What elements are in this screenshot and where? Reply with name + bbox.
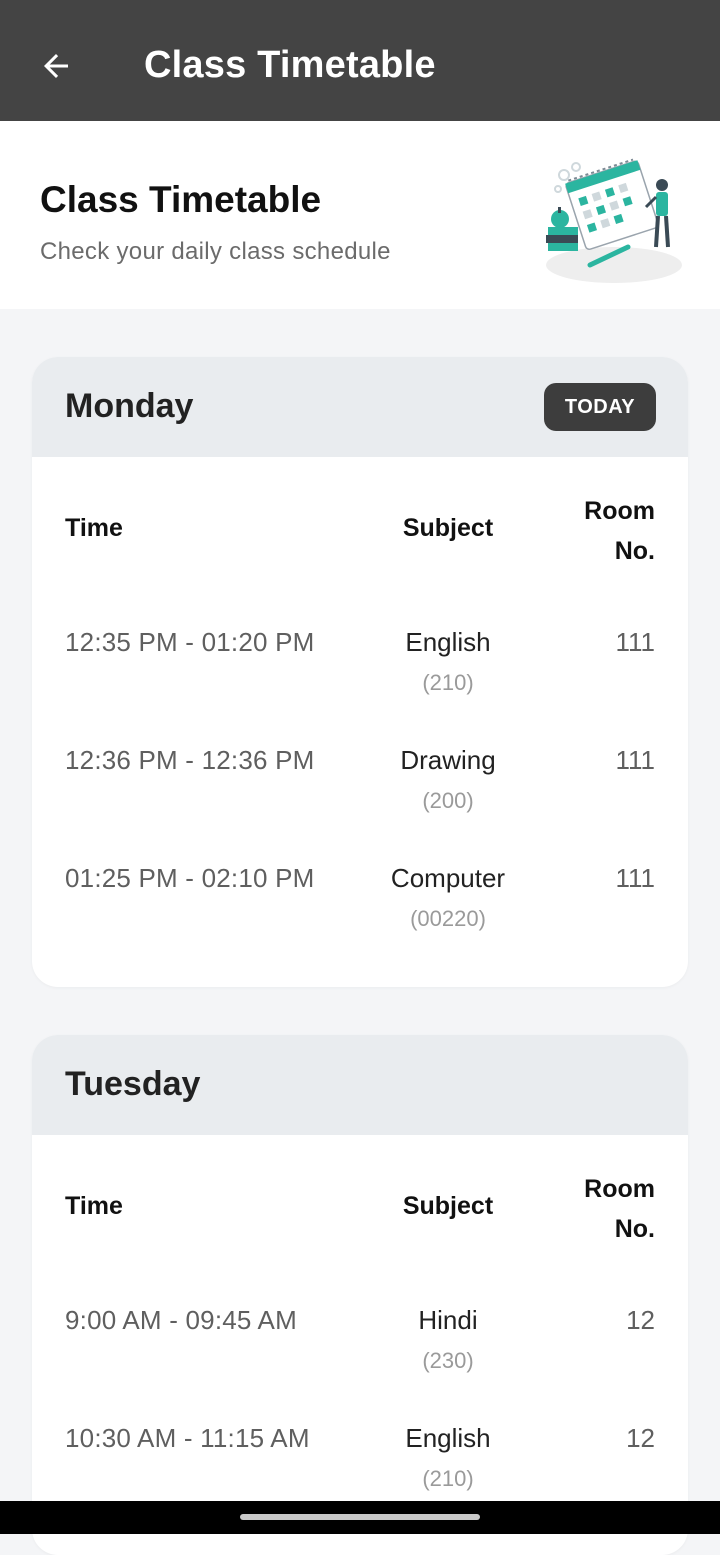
column-header-room: Room No. (584, 1169, 655, 1249)
row-room: 12 (626, 1305, 655, 1335)
table-row: 9:00 AM - 09:45 AM Hindi (230) 12 (32, 1305, 688, 1405)
column-header-room-line1: Room (584, 1175, 655, 1203)
row-subject: Drawing (400, 745, 496, 775)
day-card-header: Tuesday (32, 1035, 688, 1135)
appbar-title: Class Timetable (144, 44, 436, 86)
day-name: Tuesday (65, 1065, 201, 1103)
column-header-room: Room No. (584, 491, 655, 571)
row-subject-code: (00220) (410, 906, 486, 931)
row-room: 111 (615, 863, 655, 893)
row-room: 111 (615, 627, 655, 657)
row-subject: Computer (390, 863, 506, 893)
row-subject-code: (210) (422, 1466, 474, 1491)
arrow-left-icon (44, 54, 68, 78)
row-room: 12 (626, 1423, 655, 1453)
page-subtitle: Check your daily class schedule (40, 238, 391, 265)
column-header-room-line2: No. (614, 537, 655, 565)
row-time: 12:35 PM - 01:20 PM (65, 627, 315, 657)
column-header-subject: Subject (402, 1192, 494, 1220)
row-subject-code: (210) (422, 670, 474, 695)
system-navigation-bar (0, 1501, 720, 1534)
row-subject: English (405, 627, 491, 657)
column-header-room-line1: Room (584, 497, 655, 525)
column-header-subject: Subject (402, 514, 494, 542)
table-row: 01:25 PM - 02:10 PM Computer (00220) 111 (32, 863, 688, 963)
day-card-monday: Monday TODAY Time Subject Room No. 12:35… (32, 357, 688, 987)
column-header-time: Time (65, 514, 123, 542)
row-subject-code: (230) (422, 1348, 474, 1373)
day-card-header: Monday TODAY (32, 357, 688, 457)
gesture-handle[interactable] (240, 1514, 480, 1520)
day-card-tuesday: Tuesday Time Subject Room No. 9:00 AM - … (32, 1035, 688, 1555)
row-subject-code: (200) (422, 788, 474, 813)
back-button[interactable] (30, 40, 82, 92)
app-bar: Class Timetable (0, 0, 720, 121)
page-title: Class Timetable (40, 179, 322, 220)
today-badge: TODAY (544, 383, 656, 431)
column-header-time: Time (65, 1192, 123, 1220)
table-row: 12:35 PM - 01:20 PM English (210) 111 (32, 627, 688, 727)
row-time: 12:36 PM - 12:36 PM (65, 745, 315, 775)
timetable-illustration-icon (546, 158, 682, 283)
row-subject: Hindi (418, 1305, 478, 1335)
day-name: Monday (65, 387, 194, 425)
column-header-room-line2: No. (614, 1215, 655, 1243)
row-time: 10:30 AM - 11:15 AM (65, 1423, 310, 1453)
row-room: 111 (615, 745, 655, 775)
row-time: 9:00 AM - 09:45 AM (65, 1305, 297, 1335)
row-time: 01:25 PM - 02:10 PM (65, 863, 315, 893)
page-header: Class Timetable Check your daily class s… (0, 121, 720, 309)
table-row: 12:36 PM - 12:36 PM Drawing (200) 111 (32, 745, 688, 845)
row-subject: English (405, 1423, 491, 1453)
